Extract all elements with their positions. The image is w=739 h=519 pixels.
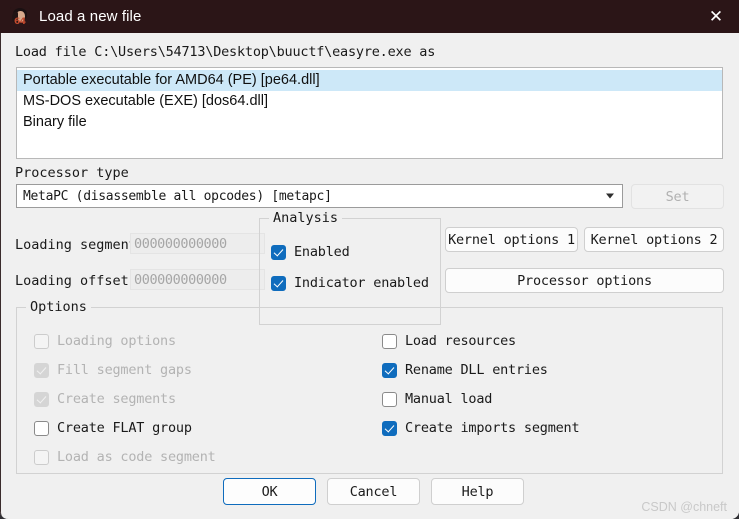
watermark: CSDN @chneft [641,500,727,514]
checkbox-icon[interactable] [382,420,397,436]
checkbox-icon[interactable] [382,333,397,349]
checkbox-icon[interactable] [34,333,49,349]
loading-segment-value: 000000000000 [134,235,227,252]
ok-button[interactable]: OK [223,478,316,505]
checkbox-label: Indicator enabled [294,275,429,291]
cancel-button[interactable]: Cancel [327,478,420,505]
checkbox-load-resources[interactable]: Load resources [382,333,516,349]
checkbox-create-imports-segment[interactable]: Create imports segment [382,420,580,436]
checkbox-create-flat-group[interactable]: Create FLAT group [34,420,192,436]
options-group-title: Options [26,299,91,315]
checkbox-rename-dll-entries[interactable]: Rename DLL entries [382,362,548,378]
checkbox-icon[interactable] [271,244,286,260]
close-icon[interactable]: ✕ [693,0,739,33]
checkbox-label: Rename DLL entries [405,362,548,378]
checkbox-label: Fill segment gaps [57,362,192,378]
help-button[interactable]: Help [431,478,524,505]
checkbox-icon[interactable] [34,391,49,407]
loading-offset-input[interactable]: 000000000000 [130,269,265,290]
checkbox-label: Create FLAT group [57,420,192,436]
checkbox-icon[interactable] [34,420,49,436]
dialog-client-area: Load file C:\Users\54713\Desktop\buuctf\… [8,33,737,519]
list-item[interactable]: MS-DOS executable (EXE) [dos64.dll] [17,91,722,112]
checkbox-icon[interactable] [271,275,286,291]
kernel-options-1-button[interactable]: Kernel options 1 [445,227,578,252]
checkbox-label: Load as code segment [57,449,216,465]
window-left-edge [0,0,7,519]
checkbox-fill-segment-gaps[interactable]: Fill segment gaps [34,362,192,378]
loading-offset-label: Loading offset [15,273,129,289]
processor-options-button[interactable]: Processor options [445,268,724,293]
file-format-list[interactable]: Portable executable for AMD64 (PE) [pe64… [16,67,723,159]
checkbox-label: Enabled [294,244,350,260]
loading-offset-value: 000000000000 [134,271,227,288]
checkbox-label: Create segments [57,391,176,407]
processor-type-label: Processor type [15,165,129,181]
checkbox-indicator-enabled[interactable]: Indicator enabled [271,275,429,291]
analysis-group-title: Analysis [269,210,343,226]
checkbox-label: Load resources [405,333,516,349]
checkbox-load-as-code-segment[interactable]: Load as code segment [34,449,216,465]
set-button[interactable]: Set [631,184,724,209]
checkbox-icon[interactable] [382,391,397,407]
processor-type-value: MetaPC (disassemble all opcodes) [metapc… [23,188,332,204]
ida64-icon: 64 [10,6,30,27]
processor-type-select[interactable]: MetaPC (disassemble all opcodes) [metapc… [16,184,623,208]
load-file-path-label: Load file C:\Users\54713\Desktop\buuctf\… [15,44,436,60]
list-item[interactable]: Portable executable for AMD64 (PE) [pe64… [17,70,722,91]
checkbox-create-segments[interactable]: Create segments [34,391,176,407]
checkbox-icon[interactable] [382,362,397,378]
title-bar[interactable]: 64 Load a new file ✕ [0,0,739,33]
options-group: Options Loading options Fill segment gap… [16,299,723,474]
list-item[interactable]: Binary file [17,112,722,133]
loading-segment-input[interactable]: 000000000000 [130,233,265,254]
chevron-down-icon [606,193,614,199]
load-new-file-dialog: 64 Load a new file ✕ Load file C:\Users\… [0,0,739,519]
checkbox-manual-load[interactable]: Manual load [382,391,492,407]
checkbox-label: Manual load [405,391,493,407]
checkbox-label: Create imports segment [405,420,580,436]
window-title: Load a new file [39,8,142,25]
checkbox-analysis-enabled[interactable]: Enabled [271,244,350,260]
checkbox-label: Loading options [57,333,176,349]
checkbox-icon[interactable] [34,449,49,465]
loading-segment-label: Loading segment [15,237,137,253]
checkbox-icon[interactable] [34,362,49,378]
checkbox-loading-options[interactable]: Loading options [34,333,176,349]
kernel-options-2-button[interactable]: Kernel options 2 [584,227,724,252]
